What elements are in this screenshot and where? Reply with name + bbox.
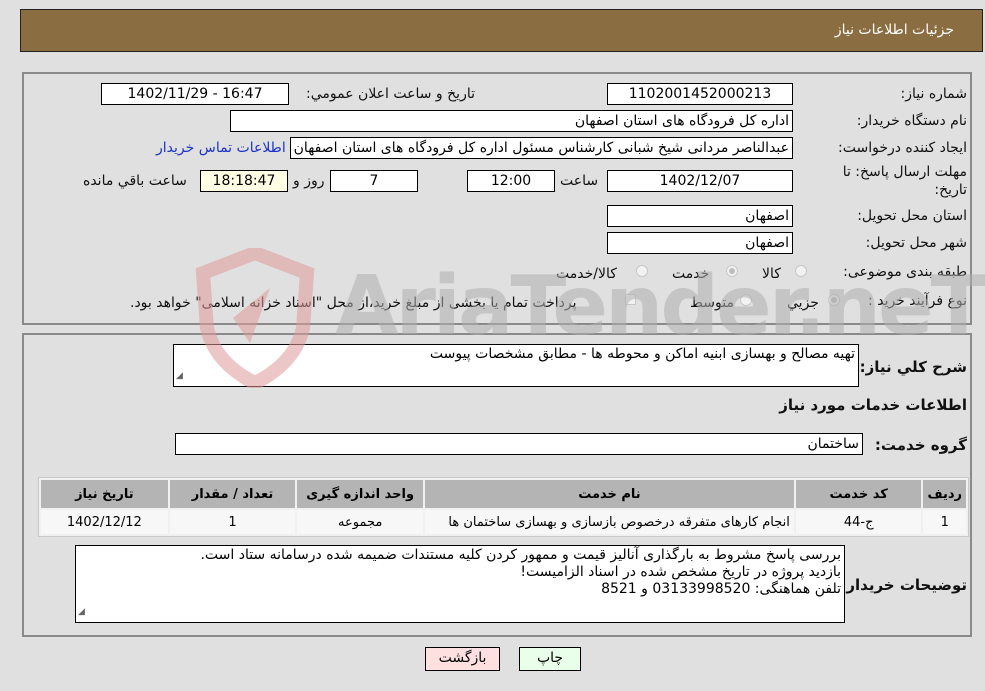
services-section-title: اطلاعات خدمات مورد نياز <box>779 396 967 414</box>
deadline-label-line1: مهلت ارسال پاسخ: تا <box>842 164 967 180</box>
resize-handle-icon[interactable]: ◢ <box>176 368 183 385</box>
service-group-label: گروه خدمت: <box>874 436 967 454</box>
buyer-notes-field[interactable]: بررسی پاسخ مشروط به بارگذاری آنالیز قیمت… <box>75 545 845 623</box>
col-quantity: تعداد / مقدار <box>169 480 296 508</box>
deadline-time-label: ساعت <box>560 173 599 189</box>
requester-field[interactable]: عبدالناصر مردانی شیخ شبانی کارشناس مسئول… <box>290 137 793 159</box>
deadline-date-field[interactable]: 1402/12/07 <box>607 170 793 192</box>
need-number-field[interactable]: 1102001452000213 <box>607 83 793 105</box>
col-service-code: کد خدمت <box>795 480 922 508</box>
buyer-notes-line-1: بررسی پاسخ مشروط به بارگذاری آنالیز قیمت… <box>200 547 841 563</box>
description-field[interactable]: تهیه مصالح و بهسازی ابنیه اماکن و محوطه … <box>173 344 859 387</box>
purchase-radio-medium[interactable] <box>740 294 752 306</box>
category-label: طبقه بندی موضوعی: <box>843 264 967 280</box>
buyer-org-label: نام دستگاه خریدار: <box>856 113 967 129</box>
category-radio-goods-service[interactable] <box>636 265 648 277</box>
page-title: جزئیات اطلاعات نیاز <box>834 22 954 38</box>
remaining-time-label: ساعت باقي مانده <box>83 173 187 189</box>
treasury-checkbox[interactable] <box>625 294 636 305</box>
print-button[interactable]: چاپ <box>519 647 581 671</box>
delivery-city-label: شهر محل تحویل: <box>865 235 967 251</box>
delivery-province-label: استان محل تحویل: <box>857 208 967 224</box>
buyer-notes-line-2: بازدید پروژه در تاریخ مشخص شده در اسناد … <box>520 564 841 580</box>
col-service-name: نام خدمت <box>425 480 794 508</box>
category-radio-service[interactable] <box>726 265 738 277</box>
delivery-city-field[interactable]: اصفهان <box>607 232 793 254</box>
remaining-days-field[interactable]: 7 <box>330 170 418 192</box>
cell-service-name: انجام کارهای متفرقه درخصوص بازسازی و بهس… <box>425 510 794 534</box>
services-table: رديف کد خدمت نام خدمت واحد اندازه گیری ت… <box>38 477 969 537</box>
cell-quantity: 1 <box>169 510 296 534</box>
purchase-radio-minor[interactable] <box>828 294 840 306</box>
cell-row-number: 1 <box>923 510 966 534</box>
announce-datetime-field[interactable]: 1402/11/29 - 16:47 <box>101 83 289 105</box>
buyer-contact-link[interactable]: اطلاعات تماس خریدار <box>156 140 286 156</box>
deadline-label-line2: تاریخ: <box>934 182 967 198</box>
cell-unit: مجموعه <box>297 510 424 534</box>
treasury-note: پرداخت تمام یا بخشی از مبلغ خرید،از محل … <box>130 295 577 311</box>
announce-datetime-label: تاریخ و ساعت اعلان عمومي: <box>306 86 475 102</box>
buyer-notes-line-3: تلفن هماهنگی: 03133998520 و 8521 <box>601 581 841 597</box>
col-need-date: تاریخ نیاز <box>41 480 168 508</box>
delivery-province-field[interactable]: اصفهان <box>607 205 793 227</box>
cell-service-code: ج-44 <box>795 510 922 534</box>
deadline-time-field[interactable]: 12:00 <box>467 170 555 192</box>
requester-label: ایجاد کننده درخواست: <box>838 140 967 156</box>
category-radio-goods[interactable] <box>795 265 807 277</box>
services-table-wrap: رديف کد خدمت نام خدمت واحد اندازه گیری ت… <box>38 477 969 537</box>
description-text: تهیه مصالح و بهسازی ابنیه اماکن و محوطه … <box>429 346 855 362</box>
cell-need-date: 1402/12/12 <box>41 510 168 534</box>
service-group-field[interactable]: ساختمان <box>175 433 863 455</box>
table-row: 1 ج-44 انجام کارهای متفرقه درخصوص بازساز… <box>41 510 966 534</box>
category-option-goods: کالا <box>762 266 781 282</box>
days-label: روز و <box>293 173 325 189</box>
table-header-row: رديف کد خدمت نام خدمت واحد اندازه گیری ت… <box>41 480 966 508</box>
category-option-service: خدمت <box>672 266 710 282</box>
resize-handle-icon[interactable]: ◢ <box>78 604 85 621</box>
remaining-time-field: 18:18:47 <box>200 170 288 192</box>
page-header: جزئیات اطلاعات نیاز <box>20 9 983 52</box>
purchase-option-medium: متوسط <box>690 295 734 311</box>
buyer-notes-label: توضیحات خریدار: <box>840 576 967 594</box>
purchase-option-minor: جزيي <box>787 295 819 311</box>
buyer-org-field[interactable]: اداره کل فرودگاه های استان اصفهان <box>230 110 793 132</box>
col-row-number: رديف <box>923 480 966 508</box>
need-number-label: شماره نیاز: <box>900 86 968 102</box>
purchase-type-label: نوع فرآیند خرید : <box>868 293 967 309</box>
col-unit: واحد اندازه گیری <box>297 480 424 508</box>
category-option-goods-service: کالا/خدمت <box>556 266 617 282</box>
description-label: شرح کلي نياز: <box>859 358 967 376</box>
back-button[interactable]: بازگشت <box>425 647 500 671</box>
